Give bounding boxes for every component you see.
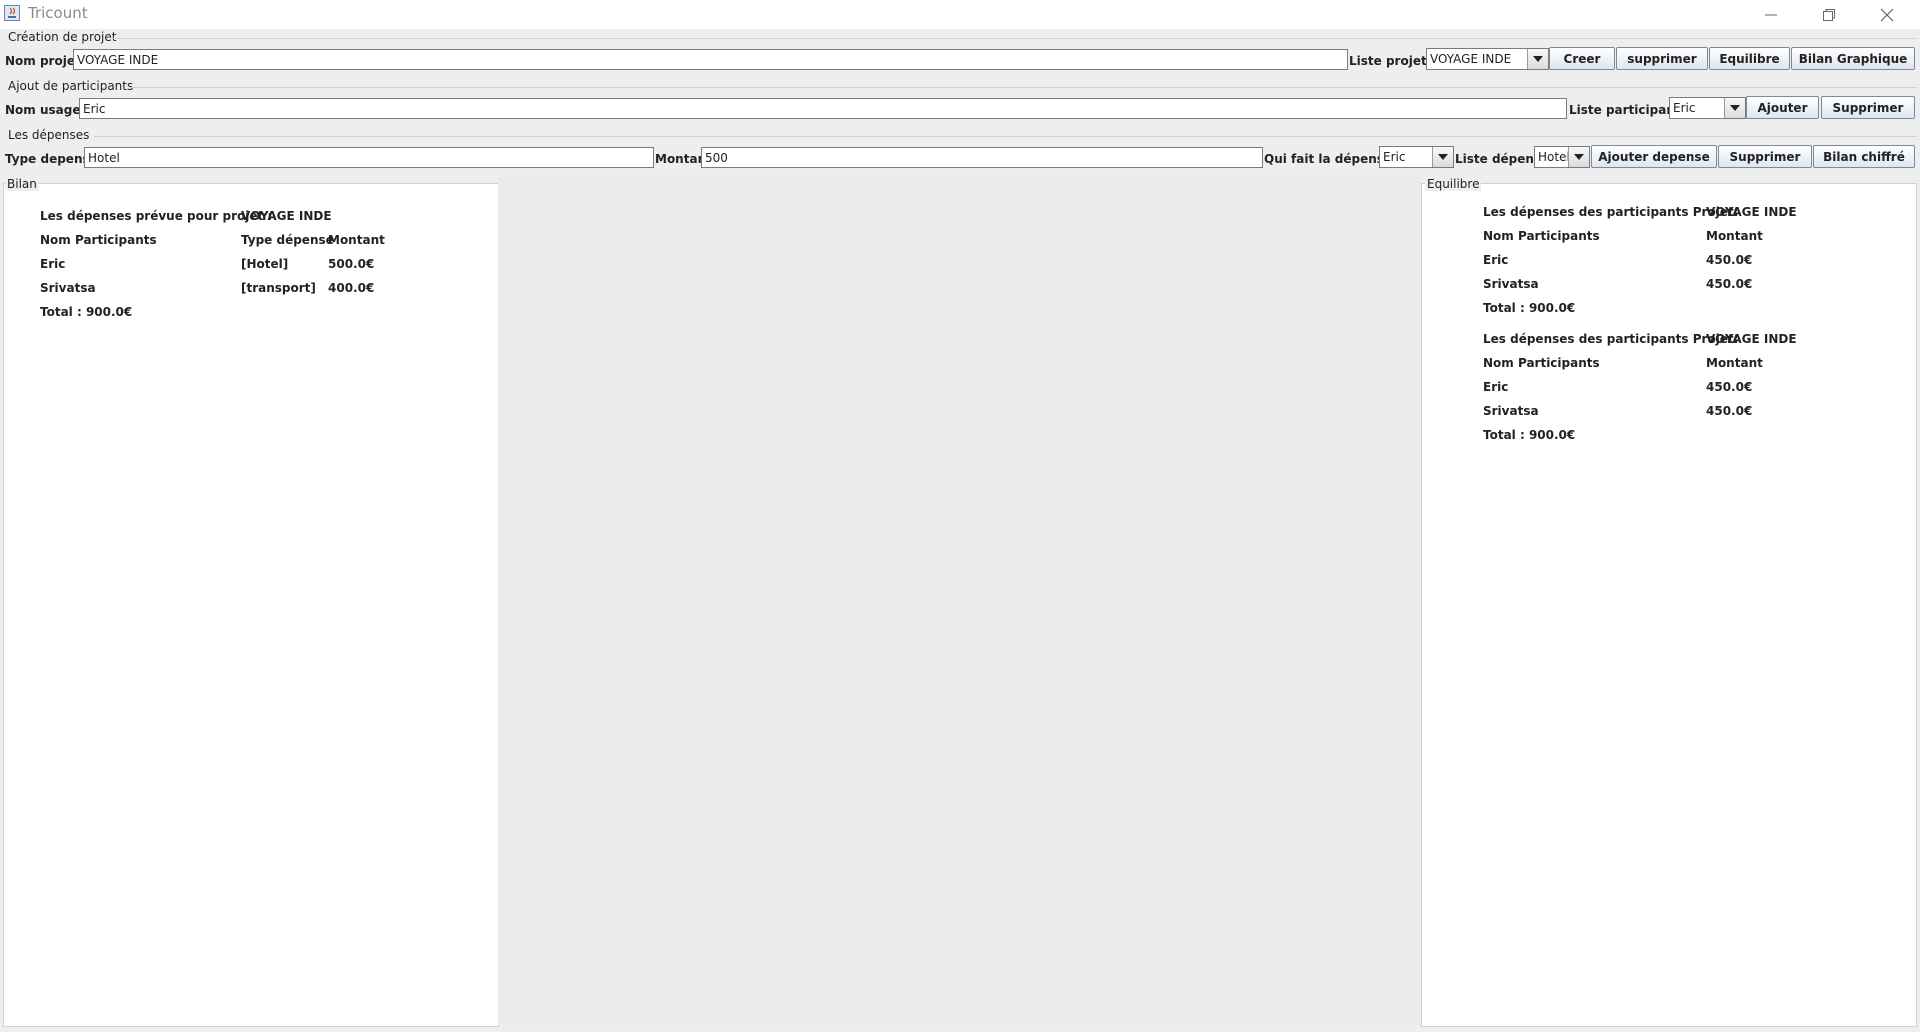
liste-depense-value: Hotel (1538, 150, 1570, 164)
equilibre-heading-project: VOYAGE INDE (1706, 205, 1797, 219)
bilan-row-type: [Hotel] (241, 257, 289, 271)
nom-projet-input[interactable] (73, 49, 1348, 70)
bilan-heading-label: Les dépenses prévue pour projet : (40, 209, 273, 223)
supprimer-projet-button[interactable]: supprimer (1616, 47, 1708, 70)
ajouter-participant-button[interactable]: Ajouter (1746, 96, 1819, 119)
equilibre-row-name: Eric (1483, 380, 1509, 394)
bilan-row-name: Srivatsa (40, 281, 96, 295)
creer-button[interactable]: Creer (1549, 47, 1615, 70)
equilibre-header-participants: Nom Participants (1483, 356, 1600, 370)
bilan-graphique-button[interactable]: Bilan Graphique (1791, 47, 1915, 70)
equilibre-header-montant: Montant (1706, 356, 1763, 370)
liste-projets-value: VOYAGE INDE (1430, 52, 1512, 66)
equilibre-heading-label: Les dépenses des participants Projet: (1483, 332, 1739, 346)
participants-section-title: Ajout de participants (8, 79, 134, 93)
equilibre-panel-title: Equilibre (1425, 177, 1482, 191)
chevron-down-icon[interactable] (1568, 147, 1589, 167)
equilibre-header-participants: Nom Participants (1483, 229, 1600, 243)
chevron-down-icon[interactable] (1432, 147, 1453, 167)
depenses-separator (94, 136, 1917, 137)
liste-participant-value: Eric (1673, 101, 1696, 115)
equilibre-total: Total : 900.0€ (1483, 301, 1576, 315)
bilan-header-montant: Montant (328, 233, 385, 247)
equilibre-row-name: Srivatsa (1483, 277, 1539, 291)
supprimer-participant-button[interactable]: Supprimer (1821, 96, 1915, 119)
liste-participant-select[interactable]: Eric (1669, 97, 1746, 119)
equilibre-row-amount: 450.0€ (1706, 380, 1753, 394)
equilibre-row-name: Eric (1483, 253, 1509, 267)
qui-fait-depense-select[interactable]: Eric (1379, 146, 1454, 168)
bilan-total: Total : 900.0€ (40, 305, 133, 319)
creation-separator (112, 38, 1917, 39)
equilibre-row-amount: 450.0€ (1706, 277, 1753, 291)
chart-area (498, 177, 1420, 1025)
chevron-down-icon[interactable] (1527, 49, 1548, 69)
bilan-row-amount: 400.0€ (328, 281, 375, 295)
creation-section-title: Création de projet (8, 30, 117, 44)
equilibre-heading-label: Les dépenses des participants Projet: (1483, 205, 1739, 219)
bilan-header-participants: Nom Participants (40, 233, 157, 247)
depenses-section-title: Les dépenses (8, 128, 90, 142)
restore-button[interactable] (1800, 0, 1858, 29)
bilan-row-type: [transport] (241, 281, 316, 295)
equilibre-total: Total : 900.0€ (1483, 428, 1576, 442)
chevron-down-icon[interactable] (1724, 98, 1745, 118)
ajouter-depense-button[interactable]: Ajouter depense (1591, 145, 1717, 168)
bilan-chiffre-button[interactable]: Bilan chiffré (1813, 145, 1915, 168)
bilan-row-amount: 500.0€ (328, 257, 375, 271)
equilibre-row-amount: 450.0€ (1706, 253, 1753, 267)
window-title: Tricount (28, 4, 88, 22)
bilan-panel-title: Bilan (5, 177, 39, 191)
nom-usager-input[interactable] (79, 98, 1567, 119)
liste-projets-select[interactable]: VOYAGE INDE (1426, 48, 1549, 70)
equilibre-button[interactable]: Equilibre (1709, 47, 1790, 70)
equilibre-row-name: Srivatsa (1483, 404, 1539, 418)
bilan-header-type: Type dépense (241, 233, 334, 247)
supprimer-depense-button[interactable]: Supprimer (1718, 145, 1812, 168)
minimize-button[interactable] (1742, 0, 1800, 29)
close-button[interactable] (1858, 0, 1916, 29)
type-depense-input[interactable] (84, 147, 654, 168)
liste-depense-select[interactable]: Hotel (1534, 146, 1590, 168)
bilan-heading-project: VOYAGE INDE (241, 209, 332, 223)
java-app-icon (4, 5, 20, 21)
equilibre-heading-project: VOYAGE INDE (1706, 332, 1797, 346)
participants-separator (130, 87, 1917, 88)
equilibre-header-montant: Montant (1706, 229, 1763, 243)
bilan-row-name: Eric (40, 257, 66, 271)
qui-fait-depense-value: Eric (1383, 150, 1406, 164)
equilibre-row-amount: 450.0€ (1706, 404, 1753, 418)
title-bar: Tricount (0, 0, 1920, 29)
montant-input[interactable] (701, 147, 1263, 168)
